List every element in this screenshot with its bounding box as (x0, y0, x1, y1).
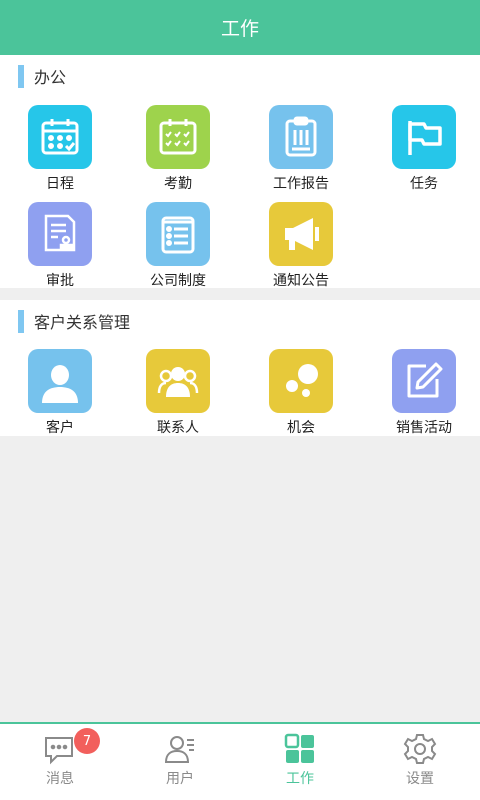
bottom-tab-bar: 消息 7 用户 工作 设置 (0, 722, 480, 800)
office-section: 办公 日程 考勤 工作报告 任务 审批 公司制度 通知公告 (0, 55, 480, 290)
attendance-icon (146, 105, 210, 169)
grid-item-work-report[interactable]: 工作报告 (241, 105, 361, 193)
grid-item-label: 联系人 (157, 420, 199, 436)
tab-label: 工作 (286, 771, 314, 787)
grid-item-customer[interactable]: 客户 (0, 349, 120, 437)
work-grid-icon (284, 733, 314, 763)
calendar-icon (28, 105, 92, 169)
flag-icon (392, 105, 456, 169)
gear-icon (403, 734, 437, 764)
grid-item-task[interactable]: 任务 (364, 105, 480, 193)
grid-item-announcement[interactable]: 通知公告 (241, 202, 361, 290)
grid-item-label: 通知公告 (273, 273, 329, 289)
edit-icon (392, 349, 456, 413)
page-title: 工作 (220, 18, 259, 40)
crm-section-label: 客户关系管理 (34, 313, 131, 332)
grid-item-sales-activity[interactable]: 销售活动 (364, 349, 480, 437)
grid-item-label: 工作报告 (273, 176, 329, 192)
section-accent-bar (18, 309, 24, 333)
customer-icon (28, 349, 92, 413)
grid-item-company-policy[interactable]: 公司制度 (118, 202, 238, 290)
grid-item-label: 机会 (287, 420, 315, 436)
unread-badge: 7 (74, 728, 100, 754)
message-icon (45, 737, 73, 765)
grid-item-approval[interactable]: 审批 (0, 202, 120, 290)
tab-label: 用户 (166, 771, 194, 787)
report-icon (269, 105, 333, 169)
megaphone-icon (269, 202, 333, 266)
tab-messages[interactable]: 消息 7 (0, 724, 120, 800)
grid-item-label: 审批 (46, 273, 74, 289)
policy-list-icon (146, 202, 210, 266)
grid-item-schedule[interactable]: 日程 (0, 105, 120, 193)
crm-section: 客户关系管理 客户 联系人 机会 销售活动 (0, 300, 480, 436)
tab-label: 设置 (406, 771, 434, 787)
grid-item-label: 客户 (46, 420, 74, 436)
crm-section-title: 客户关系管理 (18, 309, 130, 333)
approval-icon (28, 202, 92, 266)
contacts-icon (146, 349, 210, 413)
office-section-title: 办公 (18, 64, 66, 88)
grid-item-label: 公司制度 (150, 273, 206, 289)
grid-item-label: 任务 (410, 176, 438, 192)
grid-item-attendance[interactable]: 考勤 (118, 105, 238, 193)
grid-item-label: 销售活动 (396, 420, 452, 436)
tab-work[interactable]: 工作 (240, 724, 360, 800)
section-accent-bar (18, 64, 24, 88)
app-header: 工作 (0, 0, 480, 55)
opportunity-icon (269, 349, 333, 413)
user-icon (164, 736, 194, 763)
grid-item-contacts[interactable]: 联系人 (118, 349, 238, 437)
grid-item-label: 日程 (46, 176, 74, 192)
tab-users[interactable]: 用户 (120, 724, 240, 800)
office-section-label: 办公 (34, 68, 67, 87)
tab-label: 消息 (46, 771, 74, 787)
grid-item-label: 考勤 (164, 176, 192, 192)
grid-item-opportunity[interactable]: 机会 (241, 349, 361, 437)
tab-settings[interactable]: 设置 (360, 724, 480, 800)
